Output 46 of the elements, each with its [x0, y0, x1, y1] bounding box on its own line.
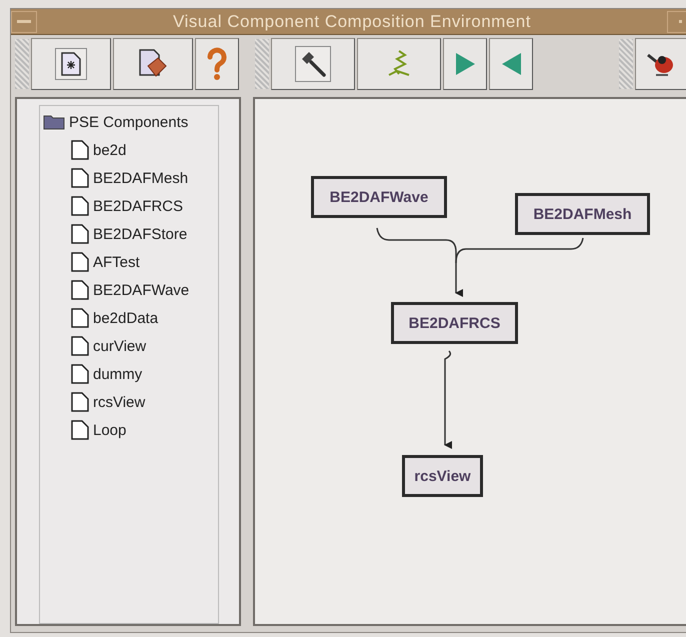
tree-item[interactable]: curView [43, 332, 218, 360]
tree-item[interactable]: rcsView [43, 388, 218, 416]
tree-item[interactable]: Loop [43, 416, 218, 444]
minus-icon [17, 20, 31, 23]
document-icon [71, 392, 89, 412]
component-node[interactable]: BE2DAFMesh [515, 193, 650, 235]
tree-item[interactable]: dummy [43, 360, 218, 388]
document-icon [71, 224, 89, 244]
build-button[interactable] [271, 38, 355, 90]
document-icon [71, 364, 89, 384]
component-node[interactable]: BE2DAFRCS [391, 302, 518, 344]
help-button[interactable] [195, 38, 239, 90]
toolbar-grip[interactable] [255, 39, 269, 89]
tree-item[interactable]: be2dData [43, 304, 218, 332]
document-icon [71, 308, 89, 328]
tree-item[interactable]: BE2DAFWave [43, 276, 218, 304]
tree-item[interactable]: BE2DAFRCS [43, 192, 218, 220]
play-icon [454, 52, 476, 76]
folder-label: PSE Components [69, 114, 188, 130]
tree-folder-item[interactable]: PSE Components [43, 108, 218, 136]
document-icon [71, 140, 89, 160]
component-node[interactable]: rcsView [402, 455, 483, 497]
tree-item[interactable]: BE2DAFMesh [43, 164, 218, 192]
new-button[interactable] [31, 38, 111, 90]
toolbar-grip[interactable] [619, 39, 633, 89]
tree-item[interactable]: BE2DAFStore [43, 220, 218, 248]
document-icon [71, 196, 89, 216]
bird-button[interactable] [635, 38, 686, 90]
help-icon [206, 47, 228, 81]
toolbar-grip[interactable] [15, 39, 29, 89]
wire-button[interactable] [357, 38, 441, 90]
tree-item[interactable]: AFTest [43, 248, 218, 276]
reverse-play-icon [500, 52, 522, 76]
play-backward-button[interactable] [489, 38, 533, 90]
new-document-icon [61, 52, 81, 76]
component-node[interactable]: BE2DAFWave [311, 176, 447, 218]
document-icon [71, 168, 89, 188]
document-icon [71, 280, 89, 300]
edit-button[interactable] [113, 38, 193, 90]
document-icon [71, 336, 89, 356]
document-icon [71, 252, 89, 272]
tree-item[interactable]: be2d [43, 136, 218, 164]
window-title: Visual Component Composition Environment [172, 12, 532, 32]
document-icon [71, 420, 89, 440]
folder-icon [43, 114, 65, 130]
play-forward-button[interactable] [443, 38, 487, 90]
